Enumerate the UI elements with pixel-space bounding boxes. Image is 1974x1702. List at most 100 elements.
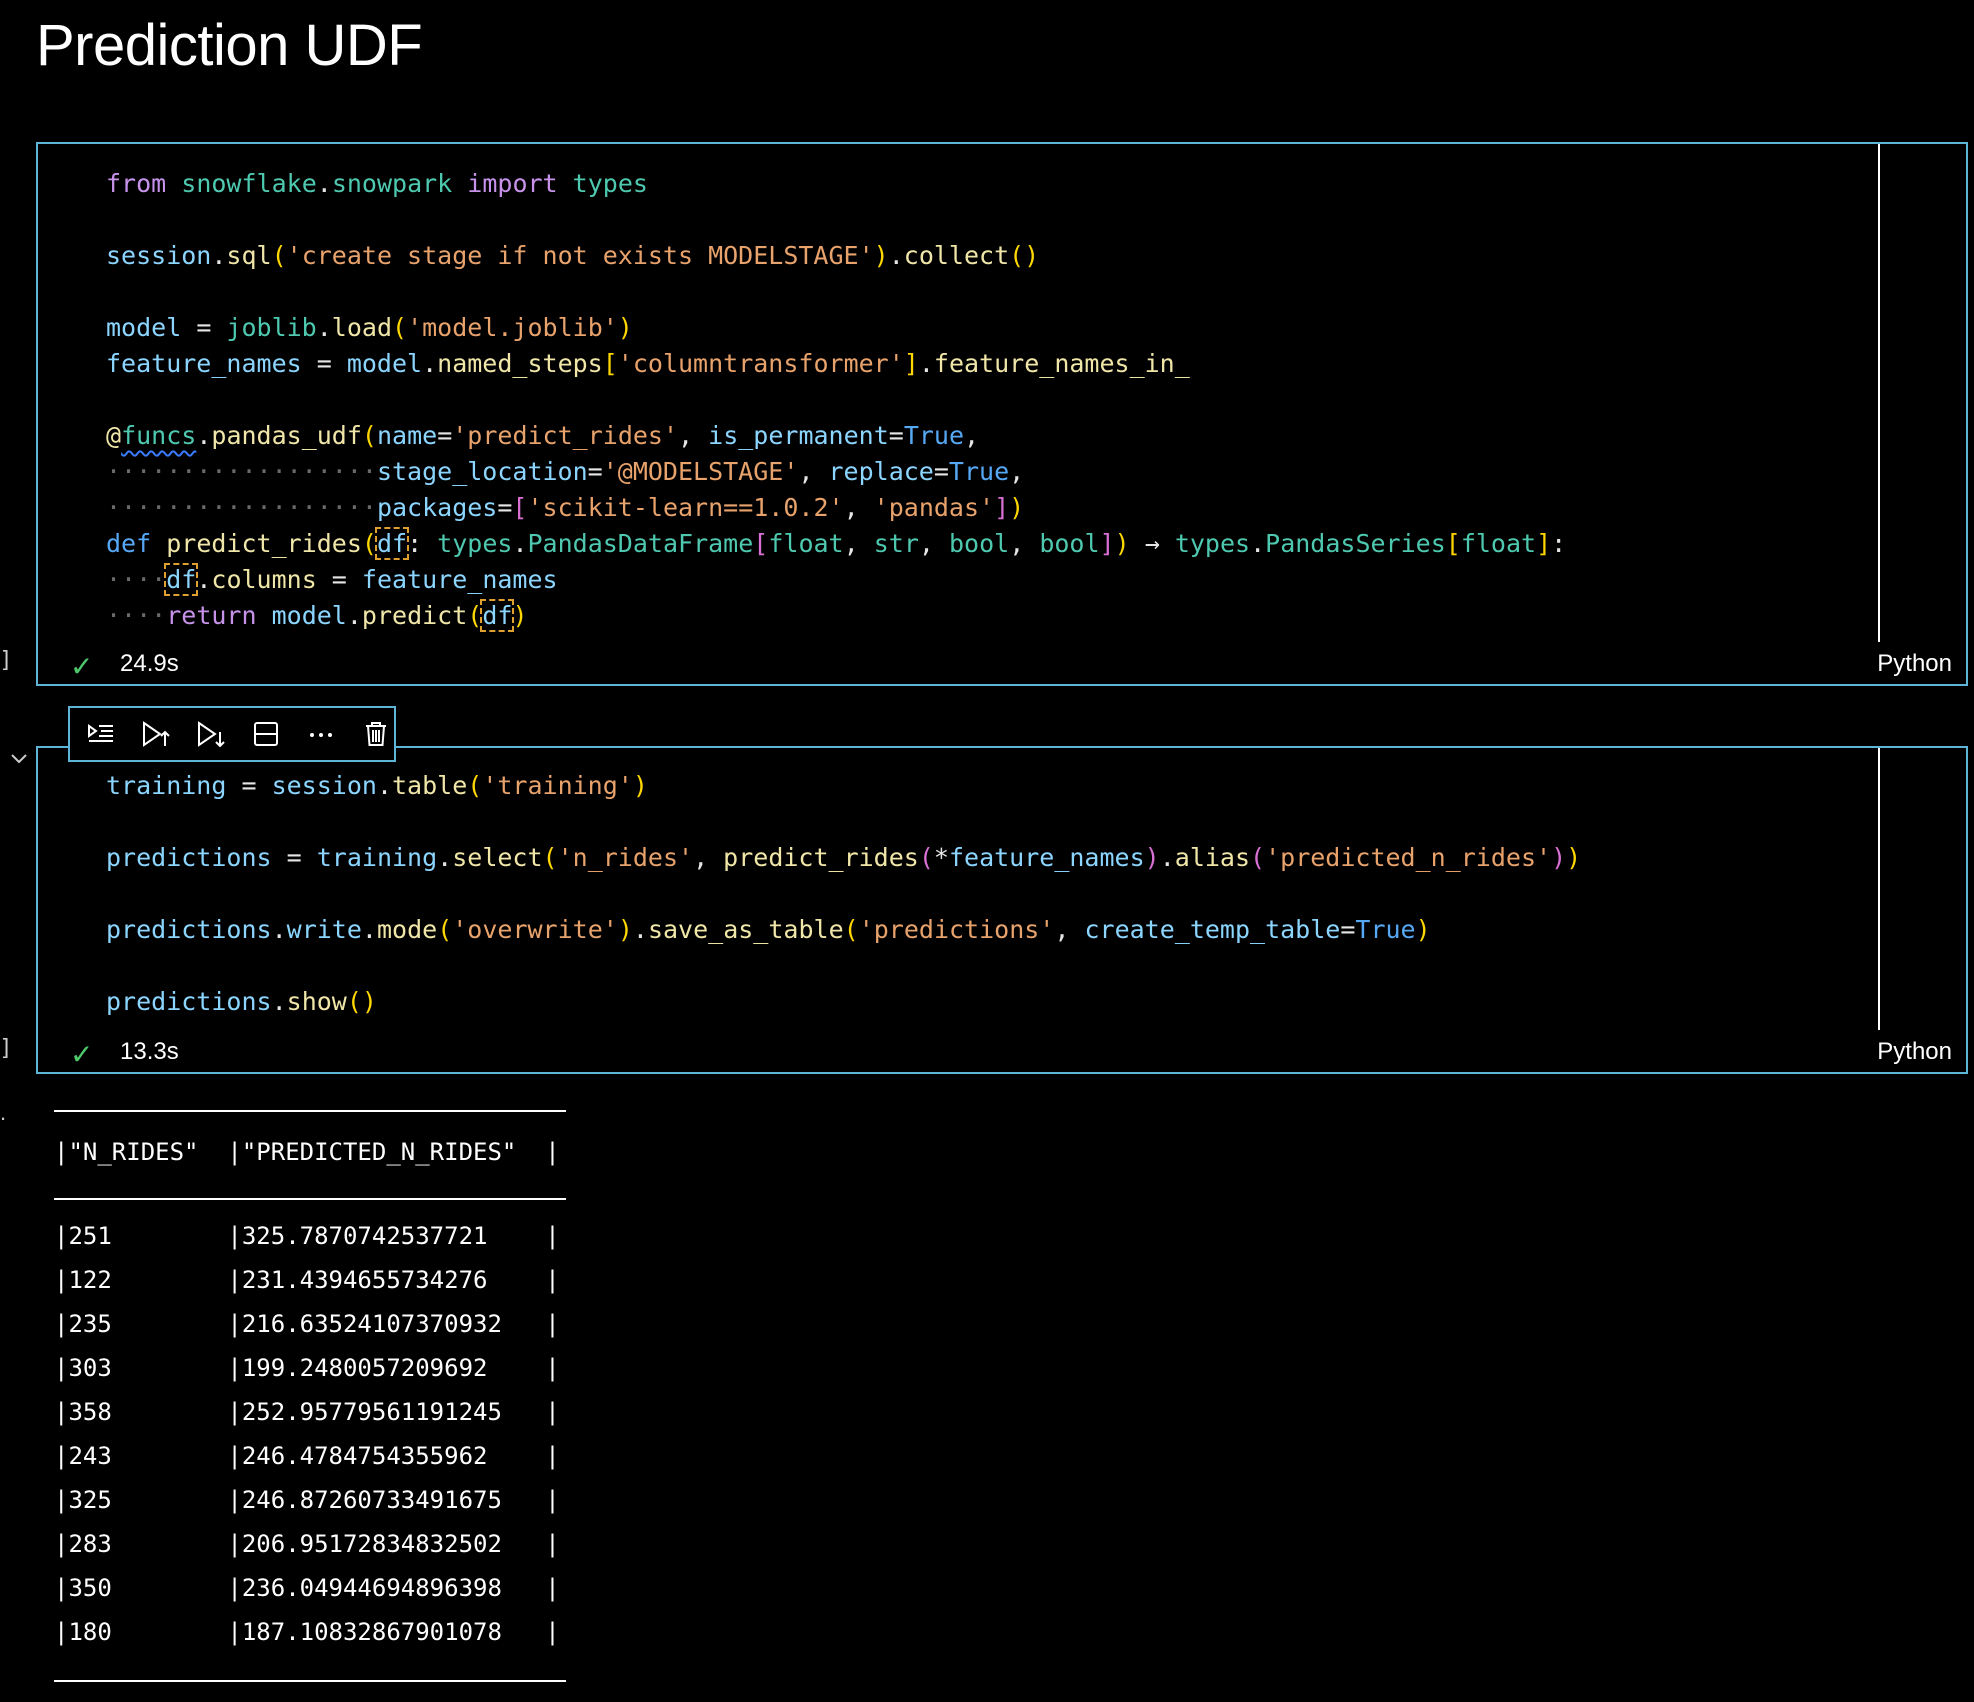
code-token: PandasDataFrame [527, 529, 754, 558]
code-token: : [1551, 529, 1567, 558]
table-row: |243 |246.4784754355962 | [54, 1442, 560, 1470]
code-token: 'predicted_n_rides' [1265, 843, 1552, 872]
code-line[interactable]: predictions = training.select('n_rides',… [106, 840, 1581, 876]
code-token: 'predict_rides' [452, 421, 679, 450]
code-token: [ [1445, 529, 1461, 558]
execute-above-button[interactable] [137, 715, 174, 753]
table-border-bottom [54, 1680, 566, 1682]
success-check-icon: ✓ [70, 1039, 94, 1070]
code-token: → [1129, 529, 1175, 558]
collapse-chevron-icon[interactable] [10, 752, 28, 770]
code-token: ) [512, 601, 528, 630]
code-line[interactable] [106, 202, 1566, 238]
code-line[interactable]: ··················packages=['scikit-lear… [106, 490, 1566, 526]
code-token: = [437, 421, 453, 450]
code-token: ( [392, 313, 408, 342]
language-label[interactable]: Python [1877, 650, 1952, 678]
code-token: df [374, 527, 410, 560]
code-line[interactable]: ··················stage_location='@MODEL… [106, 454, 1566, 490]
code-token: = [933, 457, 949, 486]
code-line[interactable] [106, 876, 1581, 912]
code-token: ···· [106, 601, 167, 630]
code-token: True [903, 421, 965, 450]
code-line[interactable]: predictions.show() [106, 984, 1581, 1020]
code-token: df [164, 563, 199, 596]
table-row: |358 |252.95779561191245 | [54, 1398, 560, 1426]
code-line[interactable] [106, 804, 1581, 840]
code-token: 'pandas' [873, 493, 995, 522]
run-by-line-button[interactable] [82, 715, 119, 753]
split-cell-button[interactable] [247, 715, 284, 753]
code-token: columns [211, 565, 317, 594]
code-token: 'training' [482, 771, 633, 800]
code-line[interactable] [106, 382, 1566, 418]
code-token: return [166, 601, 257, 630]
code-line[interactable]: predictions.write.mode('overwrite').save… [106, 912, 1581, 948]
code-line[interactable] [106, 274, 1566, 310]
code-token: = [301, 349, 347, 378]
code-editor-2[interactable]: training = session.table('training') pre… [106, 768, 1581, 1020]
code-token: . [376, 771, 392, 800]
code-token: = [226, 771, 272, 800]
code-token: ( [918, 843, 934, 872]
code-token: . [888, 241, 904, 270]
code-token: . [422, 349, 438, 378]
code-token: ( [467, 601, 483, 630]
code-token: float [768, 529, 844, 558]
code-token: . [437, 843, 453, 872]
delete-icon [365, 722, 386, 746]
code-token: = [587, 457, 603, 486]
code-cell-1[interactable]: from snowflake.snowpark import types ses… [36, 142, 1968, 686]
code-line[interactable]: ····return model.predict(df) [106, 598, 1566, 634]
more-actions-button[interactable] [302, 715, 339, 753]
code-token: . [271, 987, 287, 1016]
delete-cell-button[interactable] [357, 715, 394, 753]
code-cell-2[interactable]: training = session.table('training') pre… [36, 746, 1968, 1074]
split-cell-icon [253, 722, 278, 746]
code-token: ) [617, 915, 633, 944]
code-token: model [346, 349, 423, 378]
code-token: collect [903, 241, 1010, 270]
code-token: training [316, 843, 438, 872]
code-token: 'n_rides' [557, 843, 694, 872]
code-line[interactable]: model = joblib.load('model.joblib') [106, 310, 1566, 346]
code-token: ( [271, 241, 287, 270]
execute-below-button[interactable] [192, 715, 229, 753]
code-line[interactable]: ····df.columns = feature_names [106, 562, 1566, 598]
code-token: , [843, 529, 874, 558]
code-token: PandasSeries [1265, 529, 1446, 558]
code-line[interactable] [106, 948, 1581, 984]
code-token: predict_rides [723, 843, 919, 872]
code-line[interactable]: from snowflake.snowpark import types [106, 166, 1566, 202]
code-token: is_permanent [708, 421, 889, 450]
code-token: joblib [226, 313, 317, 342]
code-line[interactable]: feature_names = model.named_steps['colum… [106, 346, 1566, 382]
code-token: model [106, 313, 182, 342]
execution-count: 0] [0, 1036, 13, 1061]
code-token: . [346, 601, 362, 630]
code-token: session [106, 241, 212, 270]
code-token: predictions [106, 987, 272, 1016]
code-token: packages [376, 493, 498, 522]
code-token: 'columntransformer' [617, 349, 904, 378]
page-title: Prediction UDF [36, 13, 423, 78]
language-label[interactable]: Python [1877, 1038, 1952, 1066]
code-token: . [632, 915, 648, 944]
code-line[interactable]: training = session.table('training') [106, 768, 1581, 804]
code-line[interactable]: @funcs.pandas_udf(name='predict_rides', … [106, 418, 1566, 454]
code-token: , [964, 421, 980, 450]
code-editor-1[interactable]: from snowflake.snowpark import types ses… [106, 166, 1566, 634]
code-token: types [437, 529, 513, 558]
code-token: ] [994, 493, 1010, 522]
cell-divider [1878, 748, 1880, 1030]
table-row: |325 |246.87260733491675 | [54, 1486, 560, 1514]
code-token: pandas_udf [211, 421, 362, 450]
code-token: df [480, 599, 515, 632]
code-token: True [948, 457, 1010, 486]
code-token: bool [1039, 529, 1100, 558]
code-line[interactable]: def predict_rides(df: types.PandasDataFr… [106, 526, 1566, 562]
code-token: 'scikit-learn==1.0.2' [527, 493, 844, 522]
code-line[interactable]: session.sql('create stage if not exists … [106, 238, 1566, 274]
